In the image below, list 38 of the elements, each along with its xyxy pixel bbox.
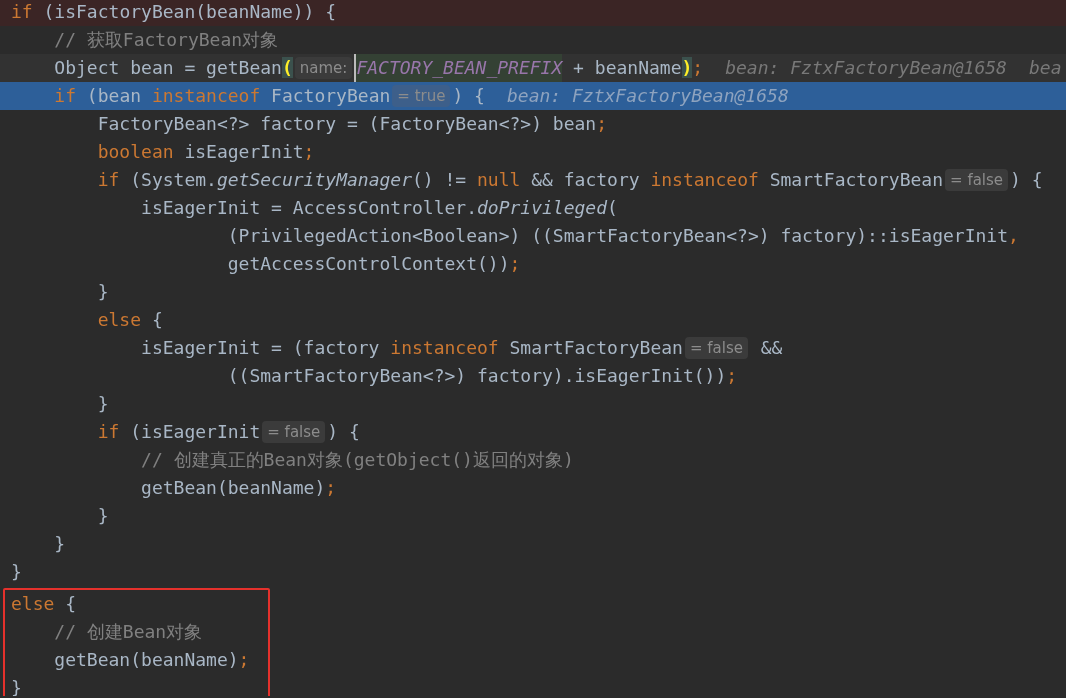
code-text: if (System.getSecurityManager() != null && factory instanceof SmartFactoryBean <box>96 168 944 192</box>
code-text: } <box>96 280 109 304</box>
code-text: // 创建Bean对象 <box>53 620 203 644</box>
code-text: // 获取FactoryBean对象 <box>53 28 279 52</box>
code-text: ) { <box>452 84 485 108</box>
code-text: ((SmartFactoryBean<?>) factory).isEagerInit()); <box>226 364 738 388</box>
code-text: if (isFactoryBean(beanName)) { <box>11 0 337 24</box>
code-text: getBean(beanName); <box>53 648 250 672</box>
code-text: (PrivilegedAction<Boolean>) ((SmartFactoryBean<?>) factory)::isEagerInit, <box>226 224 1019 248</box>
code-text: } <box>96 392 109 416</box>
debug-value: bean: FztxFactoryBean@1658 <box>506 84 789 108</box>
code-text: Object bean = getBean( <box>53 56 293 80</box>
code-text: } <box>11 560 22 584</box>
inlay-hint: = false <box>945 169 1009 191</box>
code-text: else { <box>96 308 163 332</box>
code-text: else { <box>11 592 77 616</box>
code-text: } <box>96 504 109 528</box>
highlighted-argument: FACTORY_BEAN_PREFIX <box>354 54 563 82</box>
debug-value: bea <box>1028 56 1062 80</box>
inlay-hint: name: <box>294 57 353 79</box>
code-text: } <box>53 532 66 556</box>
code-text: // 创建真正的Bean对象(getObject()返回的对象) <box>140 448 574 472</box>
code-text: if (isEagerInit <box>96 420 261 444</box>
code-text: + beanName); <box>572 56 704 80</box>
code-text: ) { <box>327 420 360 444</box>
inlay-hint: = false <box>262 421 326 443</box>
inlay-hint: = false <box>684 337 748 359</box>
code-text: isEagerInit = (factory instanceof SmartFactoryBean <box>140 336 683 360</box>
code-text: getBean(beanName); <box>140 476 337 500</box>
code-text: ) { <box>1010 168 1043 192</box>
code-text: && <box>759 336 783 360</box>
code-text: boolean isEagerInit; <box>96 140 315 164</box>
inlay-hint: = true <box>392 85 451 107</box>
code-text: if (bean instanceof FactoryBean <box>53 84 391 108</box>
code-text: getAccessControlContext()); <box>226 252 521 276</box>
code-text: isEagerInit = AccessController.doPrivileged( <box>140 196 618 220</box>
debug-value: bean: FztxFactoryBean@1658 <box>725 56 1007 80</box>
code-text: FactoryBean<?> factory = (FactoryBean<?>) bean; <box>96 112 608 136</box>
